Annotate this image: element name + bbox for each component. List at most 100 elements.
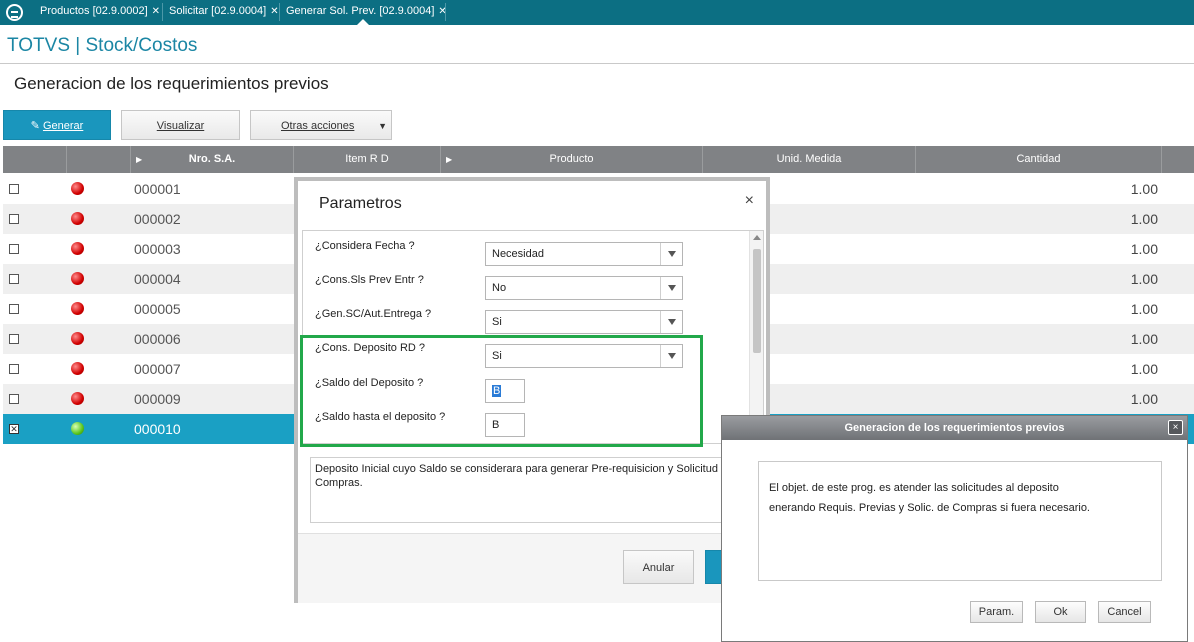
col-producto-header[interactable]: ▶ Producto xyxy=(441,146,703,173)
tab-label: Solicitar [02.9.0004] xyxy=(169,5,267,17)
chevron-down-icon[interactable] xyxy=(660,311,682,333)
status-red-icon xyxy=(71,332,84,345)
top-tab-bar: Productos [02.9.0002] ✕ Solicitar [02.9.0… xyxy=(0,0,1194,25)
row-nro: 000005 xyxy=(134,301,181,317)
cons-sls-prev-select[interactable]: No xyxy=(485,276,683,300)
col-unid-header[interactable]: Unid. Medida xyxy=(703,146,916,173)
tab-solicitar[interactable]: Solicitar [02.9.0004] ✕ xyxy=(163,0,279,25)
row-cantidad: 1.00 xyxy=(1130,241,1158,257)
tab-generar-sol-prev[interactable]: Generar Sol. Prev. [02.9.0004] ✕ xyxy=(280,0,447,25)
row-checkbox[interactable] xyxy=(9,394,19,404)
status-red-icon xyxy=(71,392,84,405)
col-nro-header[interactable]: ▶ Nro. S.A. xyxy=(131,146,294,173)
grid-header: ▶ Nro. S.A. Item R D ▶ Producto Unid. Me… xyxy=(3,146,1194,173)
info-line: enerando Requis. Previas y Solic. de Com… xyxy=(769,502,1090,514)
row-cantidad: 1.00 xyxy=(1130,181,1158,197)
col-unid-label: Unid. Medida xyxy=(776,153,842,165)
info-line: El objet. de este prog. es atender las s… xyxy=(769,482,1059,494)
row-nro: 000002 xyxy=(134,211,181,227)
form-scrollbar[interactable] xyxy=(749,231,763,443)
row-nro: 000010 xyxy=(134,421,181,437)
ok-button[interactable]: Ok xyxy=(1035,601,1086,623)
dialog-title: Generacion de los requerimientos previos xyxy=(722,416,1187,440)
field-label: ¿Gen.SC/Aut.Entrega ? xyxy=(315,308,432,320)
row-checkbox-checked[interactable]: ✕ xyxy=(9,424,19,434)
chevron-down-icon[interactable] xyxy=(660,277,682,299)
tab-close-icon[interactable]: ✕ xyxy=(152,6,160,17)
tab-divider xyxy=(445,3,446,21)
row-cantidad: 1.00 xyxy=(1130,271,1158,287)
info-box: El objet. de este prog. es atender las s… xyxy=(758,461,1162,581)
status-green-icon xyxy=(71,422,84,435)
caret-down-icon: ▼ xyxy=(378,121,387,131)
row-cantidad: 1.00 xyxy=(1130,361,1158,377)
param-button[interactable]: Param. xyxy=(970,601,1023,623)
row-checkbox[interactable] xyxy=(9,304,19,314)
page-title: Generacion de los requerimientos previos xyxy=(14,74,329,93)
close-icon[interactable]: × xyxy=(745,192,754,210)
col-select-header[interactable] xyxy=(3,146,67,173)
sort-arrow-icon: ▶ xyxy=(136,155,143,164)
row-cantidad: 1.00 xyxy=(1130,301,1158,317)
col-cantidad-header[interactable]: Cantidad xyxy=(916,146,1162,173)
pencil-icon: ✎ xyxy=(30,120,40,132)
select-value: Si xyxy=(492,316,502,328)
tab-label: Generar Sol. Prev. [02.9.0004] xyxy=(286,5,435,17)
parameter-description: Deposito Inicial cuyo Saldo se considera… xyxy=(310,457,756,523)
gen-sc-select[interactable]: Si xyxy=(485,310,683,334)
generacion-dialog: Generacion de los requerimientos previos… xyxy=(721,415,1188,642)
visualizar-label: Visualizar xyxy=(156,120,205,132)
generar-label: Generar xyxy=(42,120,84,132)
row-checkbox[interactable] xyxy=(9,214,19,224)
scroll-up-icon[interactable] xyxy=(753,235,761,240)
anular-button[interactable]: Anular xyxy=(623,550,694,584)
tab-close-icon[interactable]: ✕ xyxy=(270,6,278,17)
module-title: TOTVS | Stock/Costos xyxy=(7,35,198,56)
module-header: TOTVS | Stock/Costos xyxy=(0,25,1194,64)
considera-fecha-select[interactable]: Necesidad xyxy=(485,242,683,266)
status-red-icon xyxy=(71,302,84,315)
field-label: ¿Considera Fecha ? xyxy=(315,240,415,252)
row-nro: 000009 xyxy=(134,391,181,407)
chevron-down-icon[interactable] xyxy=(660,243,682,265)
status-red-icon xyxy=(71,272,84,285)
row-checkbox[interactable] xyxy=(9,364,19,374)
visualizar-button[interactable]: Visualizar xyxy=(121,110,240,140)
row-nro: 000004 xyxy=(134,271,181,287)
sort-arrow-icon: ▶ xyxy=(446,155,453,164)
row-checkbox[interactable] xyxy=(9,334,19,344)
col-status-header[interactable] xyxy=(67,146,131,173)
status-red-icon xyxy=(71,242,84,255)
scroll-thumb[interactable] xyxy=(753,249,761,353)
row-nro: 000003 xyxy=(134,241,181,257)
highlight-box xyxy=(300,335,703,447)
status-red-icon xyxy=(71,362,84,375)
tab-productos[interactable]: Productos [02.9.0002] ✕ xyxy=(34,0,160,25)
row-nro: 000006 xyxy=(134,331,181,347)
totvs-logo-icon[interactable] xyxy=(6,4,23,21)
status-red-icon xyxy=(71,212,84,225)
col-nro-label: Nro. S.A. xyxy=(188,153,236,165)
row-cantidad: 1.00 xyxy=(1130,211,1158,227)
col-item-label: Item R D xyxy=(345,153,389,165)
col-item-header[interactable]: Item R D xyxy=(294,146,441,173)
tab-label: Productos [02.9.0002] xyxy=(40,5,148,17)
col-cantidad-label: Cantidad xyxy=(1016,153,1061,165)
row-cantidad: 1.00 xyxy=(1130,331,1158,347)
select-value: No xyxy=(492,282,507,294)
row-cantidad: 1.00 xyxy=(1130,391,1158,407)
parametros-title: Parametros xyxy=(319,195,402,212)
row-checkbox[interactable] xyxy=(9,184,19,194)
row-checkbox[interactable] xyxy=(9,274,19,284)
select-value: Necesidad xyxy=(492,248,544,260)
field-label: ¿Cons.Sls Prev Entr ? xyxy=(315,274,424,286)
close-icon[interactable]: × xyxy=(1168,420,1183,435)
status-red-icon xyxy=(71,182,84,195)
dialog-footer: Anular OK xyxy=(298,533,766,603)
row-checkbox[interactable] xyxy=(9,244,19,254)
cancel-button[interactable]: Cancel xyxy=(1098,601,1151,623)
row-nro: 000001 xyxy=(134,181,181,197)
generar-button[interactable]: ✎ Generar xyxy=(3,110,111,140)
otras-acciones-label: Otras acciones xyxy=(281,120,355,132)
otras-acciones-button[interactable]: Otras acciones ▼ xyxy=(250,110,392,140)
